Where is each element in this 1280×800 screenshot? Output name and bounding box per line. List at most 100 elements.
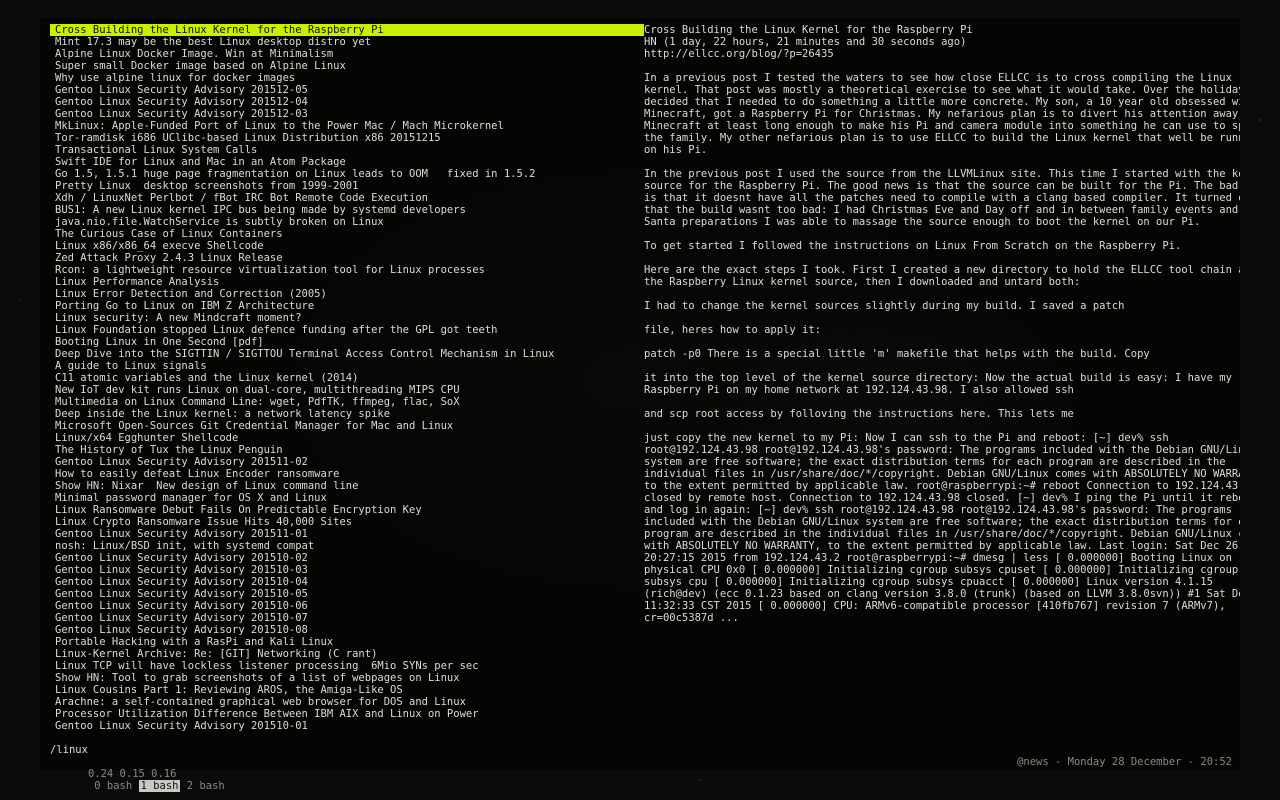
article-line: [644, 420, 1240, 432]
feed-item[interactable]: A guide to Linux signals: [50, 360, 644, 372]
feed-item[interactable]: Booting Linux in One Second [pdf]: [50, 336, 644, 348]
article-line: source for the Raspberry Pi. The good ne…: [644, 180, 1240, 192]
article-line: patch -p0 There is a special little 'm' …: [644, 348, 1150, 360]
status-clock: @news - Monday 28 December - 20:52: [1017, 756, 1232, 768]
feed-item[interactable]: The Curious Case of Linux Containers: [50, 228, 644, 240]
article-line: cr=00c5387d ...: [644, 612, 739, 624]
window-tab[interactable]: 0 bash: [94, 780, 132, 792]
article-line: is that it doesnt have all the patches n…: [644, 192, 1240, 204]
article-line: file, heres how to apply it:: [644, 324, 822, 336]
feed-item[interactable]: Xdh / LinuxNet Perlbot / fBot IRC Bot Re…: [50, 192, 644, 204]
feed-item[interactable]: Gentoo Linux Security Advisory 201510-06: [50, 600, 644, 612]
article-line: to the extent permitted by applicable la…: [644, 480, 1240, 492]
article-line: (rich@dev) (ecc 0.1.23 based on clang ve…: [644, 588, 1240, 600]
feed-item[interactable]: Portable Hacking with a RasPi and Kali L…: [50, 636, 644, 648]
article-line: To get started I followed the instructio…: [644, 240, 1182, 252]
feed-item[interactable]: Gentoo Linux Security Advisory 201512-04: [50, 96, 644, 108]
feed-item[interactable]: Gentoo Linux Security Advisory 201510-05: [50, 588, 644, 600]
feed-item[interactable]: Linux Foundation stopped Linux defence f…: [50, 324, 644, 336]
article-line: physical CPU 0x0 [ 0.000000] Initializin…: [644, 564, 1239, 576]
article-line: [644, 396, 1240, 408]
feed-item[interactable]: Microsoft Open-Sources Git Credential Ma…: [50, 420, 644, 432]
feed-item[interactable]: Gentoo Linux Security Advisory 201510-02: [50, 552, 644, 564]
article-pane: Cross Building the Linux Kernel for the …: [644, 24, 1240, 734]
feed-item[interactable]: How to easily defeat Linux Encoder ranso…: [50, 468, 644, 480]
command-prompt[interactable]: /linux: [50, 744, 88, 756]
article-line: individual files in /usr/share/doc/*/cop…: [644, 468, 1240, 480]
feed-item[interactable]: New IoT dev kit runs Linux on dual-core,…: [50, 384, 644, 396]
article-line: Minecraft, got a Raspberry Pi for Christ…: [644, 108, 1240, 120]
feed-item[interactable]: Linux security: A new Mindcraft moment?: [50, 312, 644, 324]
article-line: closed by remote host. Connection to 192…: [644, 492, 1240, 504]
feed-item[interactable]: Zed Attack Proxy 2.4.3 Linux Release: [50, 252, 644, 264]
article-line: kernel. That post was mostly a theoretic…: [644, 84, 1240, 96]
article-line: the Raspberry Linux kernel source, then …: [644, 276, 1081, 288]
feed-item[interactable]: Linux Performance Analysis: [50, 276, 644, 288]
tmux-status-bar: 0.24 0.15 0.16 0 bash 1 bash 2 bash @new…: [50, 756, 1232, 792]
feed-item[interactable]: Deep inside the Linux kernel: a network …: [50, 408, 644, 420]
terminal-window[interactable]: Cross Building the Linux Kernel for the …: [40, 18, 1240, 792]
article-line: subsys cpu [ 0.000000] Initializing cgro…: [644, 576, 1213, 588]
article-line: [644, 252, 1240, 264]
feed-item[interactable]: Linux-Kernel Archive: Re: [GIT] Networki…: [50, 648, 644, 660]
feed-item[interactable]: Gentoo Linux Security Advisory 201511-02: [50, 456, 644, 468]
feed-item[interactable]: Gentoo Linux Security Advisory 201512-03: [50, 108, 644, 120]
feed-item[interactable]: nosh: Linux/BSD init, with systemd compa…: [50, 540, 644, 552]
feed-item[interactable]: MkLinux: Apple-Funded Port of Linux to t…: [50, 120, 644, 132]
article-line: [644, 312, 1240, 324]
feed-item[interactable]: Rcon: a lightweight resource virtualizat…: [50, 264, 644, 276]
article-line: Minecraft at least long enough to make h…: [644, 120, 1240, 132]
window-tab[interactable]: 1 bash: [138, 780, 181, 792]
feed-item[interactable]: Minimal password manager for OS X and Li…: [50, 492, 644, 504]
feed-item[interactable]: Super small Docker image based on Alpine…: [50, 60, 644, 72]
feed-item[interactable]: Porting Go to Linux on IBM Z Architectur…: [50, 300, 644, 312]
feed-item[interactable]: Deep Dive into the SIGTTIN / SIGTTOU Ter…: [50, 348, 644, 360]
feed-item[interactable]: Linux Crypto Ransomware Issue Hits 40,00…: [50, 516, 644, 528]
desktop-background: Cross Building the Linux Kernel for the …: [0, 0, 1280, 800]
article-line: and log in again: [~] dev% ssh root@192.…: [644, 504, 1232, 516]
feed-item[interactable]: Multimedia on Linux Command Line: wget, …: [50, 396, 644, 408]
article-line: Cross Building the Linux Kernel for the …: [644, 24, 973, 36]
feed-item[interactable]: Gentoo Linux Security Advisory 201510-07: [50, 612, 644, 624]
feed-item[interactable]: Pretty Linux desktop screenshots from 19…: [50, 180, 644, 192]
feed-item[interactable]: Linux Error Detection and Correction (20…: [50, 288, 644, 300]
window-tab[interactable]: 2 bash: [187, 780, 225, 792]
article-line: and scp root access by folloving the ins…: [644, 408, 1074, 420]
feed-item[interactable]: Gentoo Linux Security Advisory 201510-04: [50, 576, 644, 588]
feed-item[interactable]: Show HN: Nixar New design of Linux comma…: [50, 480, 644, 492]
feed-item[interactable]: Linux TCP will have lockless listener pr…: [50, 660, 644, 672]
feed-item[interactable]: Cross Building the Linux Kernel for the …: [50, 24, 644, 36]
feed-item[interactable]: C11 atomic variables and the Linux kerne…: [50, 372, 644, 384]
feed-item[interactable]: The History of Tux the Linux Penguin: [50, 444, 644, 456]
feed-item[interactable]: Swift IDE for Linux and Mac in an Atom P…: [50, 156, 644, 168]
feed-item[interactable]: java.nio.file.WatchService is subtly bro…: [50, 216, 644, 228]
feed-item[interactable]: Linux Cousins Part 1: Reviewing AROS, th…: [50, 684, 644, 696]
article-line: just copy the new kernel to my Pi: Now I…: [644, 432, 1169, 444]
article-line: [644, 288, 1240, 300]
feed-item[interactable]: Go 1.5, 1.5.1 huge page fragmentation on…: [50, 168, 644, 180]
article-line: In the previous post I used the source f…: [644, 168, 1240, 180]
feed-item[interactable]: Gentoo Linux Security Advisory 201511-01: [50, 528, 644, 540]
feed-item[interactable]: Alpine Linux Docker Image. Win at Minima…: [50, 48, 644, 60]
feed-item[interactable]: Gentoo Linux Security Advisory 201510-03: [50, 564, 644, 576]
feed-list[interactable]: Cross Building the Linux Kernel for the …: [50, 24, 644, 734]
feed-item[interactable]: Transactional Linux System Calls: [50, 144, 644, 156]
article-line: I had to change the kernel sources sligh…: [644, 300, 1125, 312]
feed-item[interactable]: Why use alpine linux for docker images: [50, 72, 644, 84]
feed-item[interactable]: Mint 17.3 may be the best Linux desktop …: [50, 36, 644, 48]
feed-item[interactable]: Gentoo Linux Security Advisory 201510-08: [50, 624, 644, 636]
feed-item[interactable]: Processor Utilization Difference Between…: [50, 708, 644, 720]
feed-item[interactable]: Linux/x64 Egghunter Shellcode: [50, 432, 644, 444]
article-line: [644, 228, 1240, 240]
feed-item[interactable]: Arachne: a self-contained graphical web …: [50, 696, 644, 708]
feed-item[interactable]: Linux Ransomware Debut Fails On Predicta…: [50, 504, 644, 516]
article-line: root@192.124.43.98 root@192.124.43.98's …: [644, 444, 1240, 456]
article-line: decided that I needed to do something a …: [644, 96, 1240, 108]
feed-item[interactable]: Gentoo Linux Security Advisory 201512-05: [50, 84, 644, 96]
feed-item[interactable]: Gentoo Linux Security Advisory 201510-01: [50, 720, 644, 732]
feed-item[interactable]: Show HN: Tool to grab screenshots of a l…: [50, 672, 644, 684]
feed-item[interactable]: Tor-ramdisk i686 UClibc-based Linux Dist…: [50, 132, 644, 144]
feed-item[interactable]: BUS1: A new Linux kernel IPC bus being m…: [50, 204, 644, 216]
article-line: HN (1 day, 22 hours, 21 minutes and 30 s…: [644, 36, 967, 48]
feed-item[interactable]: Linux x86/x86_64 execve Shellcode: [50, 240, 644, 252]
